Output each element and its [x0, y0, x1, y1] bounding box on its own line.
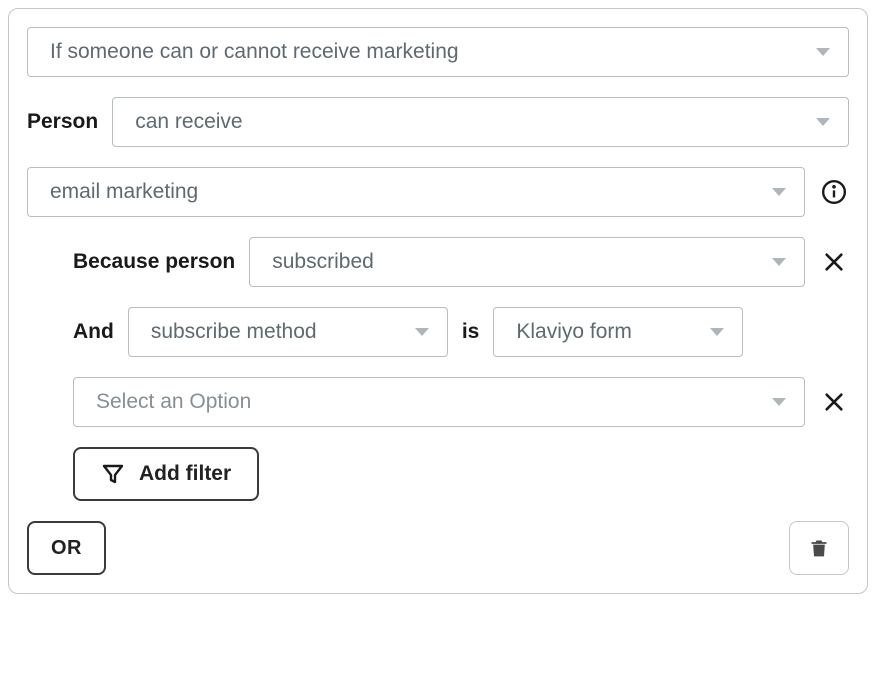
chevron-down-icon [772, 398, 786, 406]
chevron-down-icon [816, 118, 830, 126]
or-button[interactable]: OR [27, 521, 106, 575]
add-filter-button[interactable]: Add filter [73, 447, 259, 501]
and-label: And [73, 320, 114, 344]
condition-type-value: If someone can or cannot receive marketi… [50, 40, 459, 64]
and-attribute-value: subscribe method [151, 320, 317, 344]
remove-filter-button[interactable] [819, 387, 849, 417]
trash-icon [809, 537, 829, 559]
and-value-select[interactable]: Klaviyo form [493, 307, 743, 357]
because-value: subscribed [272, 250, 374, 274]
option-select[interactable]: Select an Option [73, 377, 805, 427]
person-can-value: can receive [135, 110, 242, 134]
add-filter-label: Add filter [139, 462, 231, 486]
chevron-down-icon [415, 328, 429, 336]
and-value-value: Klaviyo form [516, 320, 632, 344]
info-icon[interactable] [819, 177, 849, 207]
chevron-down-icon [816, 48, 830, 56]
person-label: Person [27, 110, 98, 134]
because-select[interactable]: subscribed [249, 237, 805, 287]
channel-select[interactable]: email marketing [27, 167, 805, 217]
condition-type-select[interactable]: If someone can or cannot receive marketi… [27, 27, 849, 77]
segment-condition-card: If someone can or cannot receive marketi… [8, 8, 868, 594]
because-label: Because person [73, 250, 235, 274]
chevron-down-icon [710, 328, 724, 336]
chevron-down-icon [772, 258, 786, 266]
option-placeholder: Select an Option [96, 390, 251, 414]
remove-filter-button[interactable] [819, 247, 849, 277]
or-label: OR [51, 537, 82, 559]
delete-condition-button[interactable] [789, 521, 849, 575]
chevron-down-icon [772, 188, 786, 196]
filter-icon [101, 462, 125, 486]
person-can-select[interactable]: can receive [112, 97, 849, 147]
is-label: is [462, 320, 480, 344]
and-attribute-select[interactable]: subscribe method [128, 307, 448, 357]
channel-value: email marketing [50, 180, 198, 204]
